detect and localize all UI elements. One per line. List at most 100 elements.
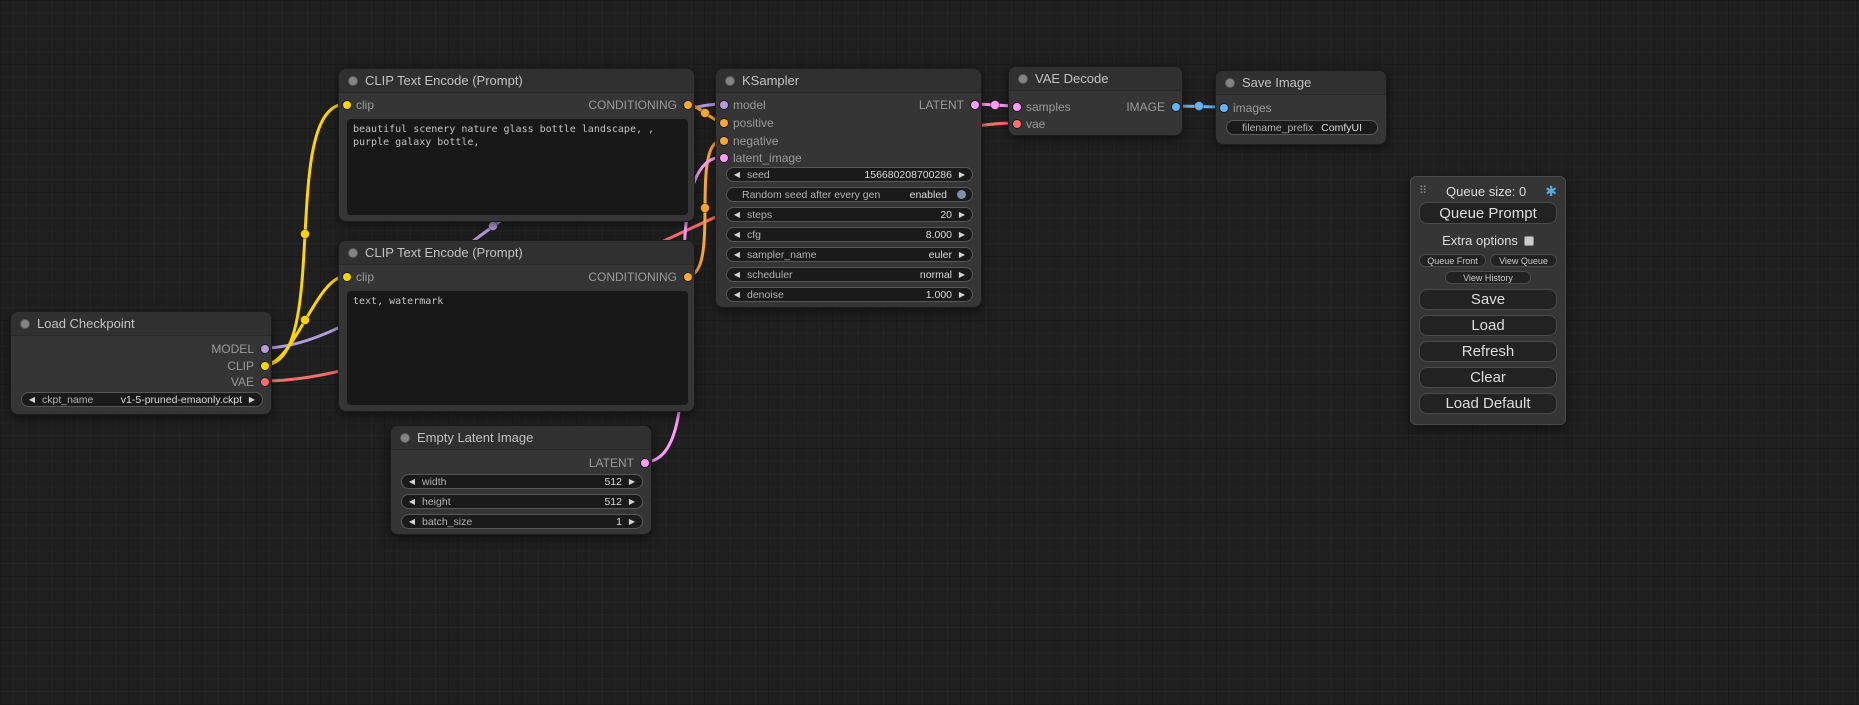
widget-width[interactable]: ◀ width 512 ▶ [401,474,643,489]
view-queue-button[interactable]: View Queue [1490,254,1557,267]
collapse-dot-icon[interactable] [348,248,358,258]
toggle-knob-icon[interactable] [957,190,966,199]
prompt-textarea[interactable]: beautiful scenery nature glass bottle la… [347,119,688,215]
wire-clip-to-negative-prompt[interactable] [264,276,346,365]
node-header[interactable]: Save Image [1216,71,1386,95]
extra-options-checkbox[interactable] [1524,236,1534,246]
queue-menu-panel[interactable]: ⠿ Queue size: 0 ✱ Queue Prompt Extra opt… [1410,176,1566,425]
widget-denoise[interactable]: ◀ denoise 1.000 ▶ [726,287,973,302]
node-ksampler[interactable]: KSampler model positive negative latent_… [715,68,982,308]
widget-name: scheduler [747,269,793,281]
output-slot-conditioning[interactable] [684,101,692,109]
decrement-arrow-icon[interactable]: ◀ [27,396,37,404]
node-header[interactable]: KSampler [716,69,981,93]
widget-filename-prefix[interactable]: filename_prefix ComfyUI [1226,120,1378,135]
load-default-button[interactable]: Load Default [1419,393,1557,414]
clear-button[interactable]: Clear [1419,367,1557,388]
view-history-button[interactable]: View History [1445,271,1531,284]
queue-prompt-button[interactable]: Queue Prompt [1419,202,1557,224]
input-slot-latent-image[interactable] [720,154,728,162]
output-slot-model[interactable] [261,345,269,353]
slot-label-vae: vae [1026,117,1045,131]
widget-scheduler[interactable]: ◀ scheduler normal ▶ [726,267,973,282]
node-header[interactable]: Load Checkpoint [11,312,271,336]
node-clip-text-encode-positive[interactable]: CLIP Text Encode (Prompt) clip CONDITION… [338,68,695,222]
decrement-arrow-icon[interactable]: ◀ [732,231,742,239]
collapse-dot-icon[interactable] [725,76,735,86]
node-header[interactable]: VAE Decode [1009,67,1182,91]
node-clip-text-encode-negative[interactable]: CLIP Text Encode (Prompt) clip CONDITION… [338,240,695,412]
collapse-dot-icon[interactable] [1018,74,1028,84]
settings-gear-icon[interactable]: ✱ [1545,184,1557,198]
widget-steps[interactable]: ◀ steps 20 ▶ [726,207,973,222]
increment-arrow-icon[interactable]: ▶ [627,498,637,506]
widget-value: ComfyUI [1321,122,1362,134]
node-header[interactable]: CLIP Text Encode (Prompt) [339,241,694,265]
decrement-arrow-icon[interactable]: ◀ [407,478,417,486]
node-graph-canvas[interactable]: Load Checkpoint MODEL CLIP VAE ◀ ckpt_na… [0,0,1859,705]
widget-batch-size[interactable]: ◀ batch_size 1 ▶ [401,514,643,529]
wire-clip-to-positive-prompt[interactable] [264,104,346,365]
widget-name: cfg [747,229,761,241]
slot-label-latent-out: LATENT [919,98,964,112]
decrement-arrow-icon[interactable]: ◀ [407,518,417,526]
increment-arrow-icon[interactable]: ▶ [957,231,967,239]
increment-arrow-icon[interactable]: ▶ [627,518,637,526]
output-slot-vae[interactable] [261,378,269,386]
widget-height[interactable]: ◀ height 512 ▶ [401,494,643,509]
increment-arrow-icon[interactable]: ▶ [957,211,967,219]
input-slot-model[interactable] [720,101,728,109]
collapse-dot-icon[interactable] [400,433,410,443]
increment-arrow-icon[interactable]: ▶ [957,271,967,279]
slot-label-conditioning: CONDITIONING [588,270,677,284]
widget-value: v1-5-pruned-emaonly.ckpt [121,394,242,406]
queue-front-button[interactable]: Queue Front [1419,254,1486,267]
decrement-arrow-icon[interactable]: ◀ [732,271,742,279]
increment-arrow-icon[interactable]: ▶ [627,478,637,486]
refresh-button[interactable]: Refresh [1419,341,1557,362]
node-save-image[interactable]: Save Image images filename_prefix ComfyU… [1215,70,1387,145]
node-empty-latent-image[interactable]: Empty Latent Image LATENT ◀ width 512 ▶ … [390,425,652,535]
input-slot-vae[interactable] [1013,120,1021,128]
input-slot-clip[interactable] [343,273,351,281]
node-vae-decode[interactable]: VAE Decode samples vae IMAGE [1008,66,1183,136]
collapse-dot-icon[interactable] [348,76,358,86]
increment-arrow-icon[interactable]: ▶ [957,251,967,259]
widget-ckpt-name[interactable]: ◀ ckpt_name v1-5-pruned-emaonly.ckpt ▶ [21,392,263,407]
save-button[interactable]: Save [1419,289,1557,310]
increment-arrow-icon[interactable]: ▶ [247,396,257,404]
output-slot-clip[interactable] [261,362,269,370]
collapse-dot-icon[interactable] [20,319,30,329]
decrement-arrow-icon[interactable]: ◀ [732,291,742,299]
decrement-arrow-icon[interactable]: ◀ [732,211,742,219]
slot-label-latent-image: latent_image [733,151,802,165]
widget-cfg[interactable]: ◀ cfg 8.000 ▶ [726,227,973,242]
node-header[interactable]: Empty Latent Image [391,426,651,450]
node-load-checkpoint[interactable]: Load Checkpoint MODEL CLIP VAE ◀ ckpt_na… [10,311,272,415]
widget-seed[interactable]: ◀ seed 156680208700286 ▶ [726,167,973,182]
input-slot-negative[interactable] [720,137,728,145]
node-header[interactable]: CLIP Text Encode (Prompt) [339,69,694,93]
input-slot-samples[interactable] [1013,103,1021,111]
input-slot-images[interactable] [1220,104,1228,112]
widget-value: 512 [604,496,622,508]
collapse-dot-icon[interactable] [1225,78,1235,88]
widget-sampler-name[interactable]: ◀ sampler_name euler ▶ [726,247,973,262]
decrement-arrow-icon[interactable]: ◀ [732,171,742,179]
output-slot-latent[interactable] [641,459,649,467]
node-title: CLIP Text Encode (Prompt) [365,245,523,260]
output-slot-image[interactable] [1172,103,1180,111]
load-button[interactable]: Load [1419,315,1557,336]
output-slot-conditioning[interactable] [684,273,692,281]
increment-arrow-icon[interactable]: ▶ [957,291,967,299]
widget-random-seed-toggle[interactable]: Random seed after every gen enabled [726,187,973,202]
input-slot-clip[interactable] [343,101,351,109]
output-slot-latent[interactable] [971,101,979,109]
decrement-arrow-icon[interactable]: ◀ [732,251,742,259]
drag-handle-icon[interactable]: ⠿ [1419,186,1427,197]
increment-arrow-icon[interactable]: ▶ [957,171,967,179]
input-slot-positive[interactable] [720,119,728,127]
queue-size-label: Queue size: 0 [1446,184,1526,199]
decrement-arrow-icon[interactable]: ◀ [407,498,417,506]
prompt-textarea[interactable]: text, watermark [347,291,688,405]
